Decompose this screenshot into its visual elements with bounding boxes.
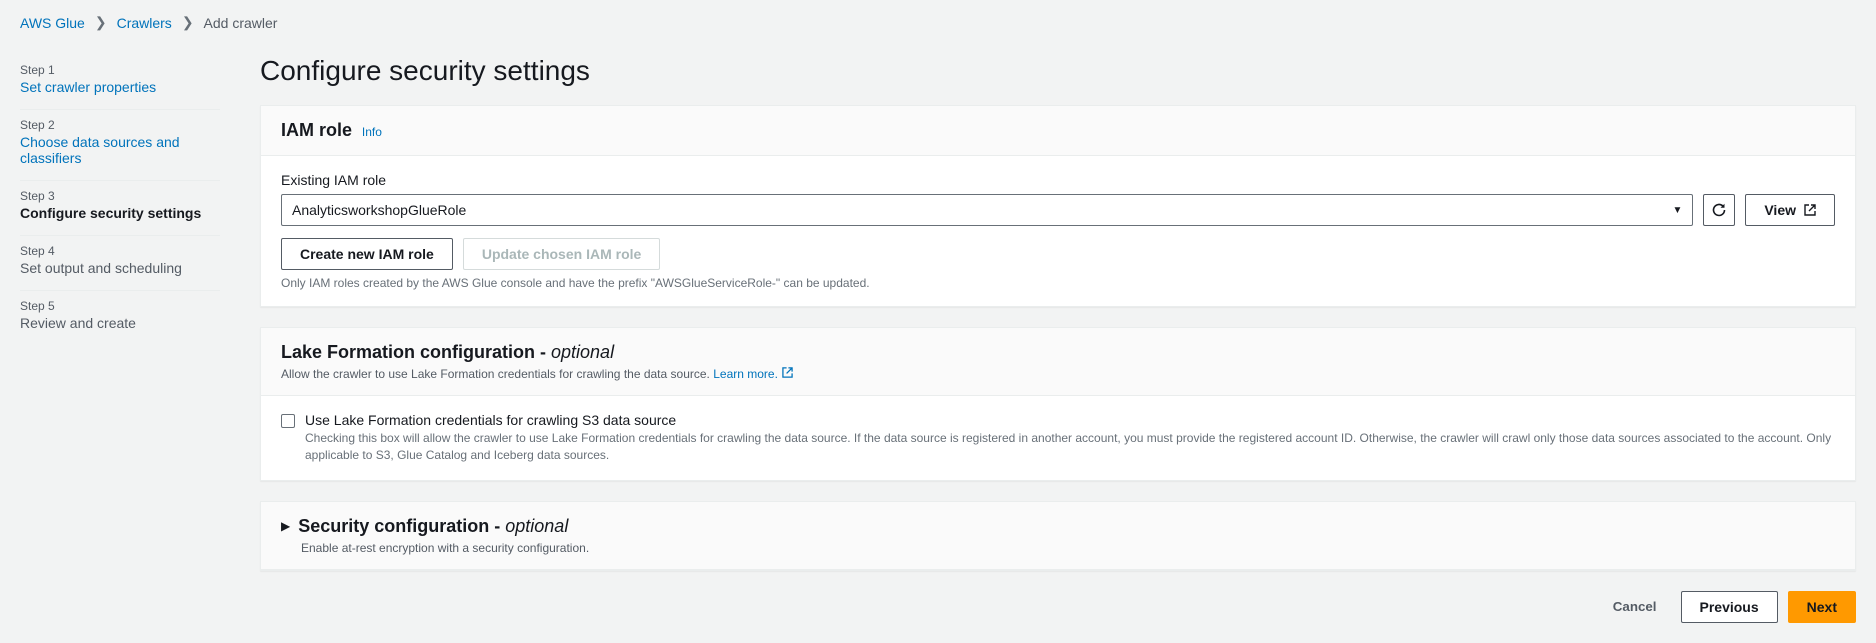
step-3-title: Configure security settings — [20, 205, 220, 221]
caret-down-icon: ▼ — [1672, 205, 1682, 216]
create-iam-role-button[interactable]: Create new IAM role — [281, 238, 453, 270]
refresh-button[interactable] — [1703, 194, 1735, 226]
breadcrumb-link-crawlers[interactable]: Crawlers — [117, 15, 172, 31]
breadcrumb-link-glue[interactable]: AWS Glue — [20, 15, 85, 31]
update-iam-role-button: Update chosen IAM role — [463, 238, 660, 270]
wizard-footer: Cancel Previous Next — [260, 591, 1856, 623]
iam-role-panel: IAM role Info Existing IAM role Analytic… — [260, 105, 1856, 307]
existing-iam-role-label: Existing IAM role — [281, 172, 1835, 188]
iam-role-selected-value: AnalyticsworkshopGlueRole — [292, 202, 466, 218]
lake-formation-checkbox[interactable] — [281, 414, 295, 428]
step-2[interactable]: Step 2 Choose data sources and classifie… — [20, 110, 220, 181]
previous-button[interactable]: Previous — [1681, 591, 1778, 623]
next-button[interactable]: Next — [1788, 591, 1856, 623]
external-link-icon — [1804, 204, 1816, 216]
info-link[interactable]: Info — [362, 125, 382, 139]
triangle-right-icon: ▶ — [281, 519, 290, 533]
step-2-title[interactable]: Choose data sources and classifiers — [20, 134, 220, 166]
page-title: Configure security settings — [260, 55, 1856, 87]
chevron-right-icon: ❯ — [95, 14, 107, 31]
step-5: Step 5 Review and create — [20, 291, 220, 345]
step-5-title: Review and create — [20, 315, 220, 331]
iam-panel-title: IAM role — [281, 120, 352, 140]
wizard-steps: Step 1 Set crawler properties Step 2 Cho… — [20, 37, 220, 623]
refresh-icon — [1711, 202, 1727, 218]
security-panel-desc: Enable at-rest encryption with a securit… — [301, 541, 1835, 555]
breadcrumb-current: Add crawler — [204, 15, 278, 31]
lake-panel-title: Lake Formation configuration - optional — [281, 342, 614, 362]
step-1[interactable]: Step 1 Set crawler properties — [20, 55, 220, 110]
step-4-title: Set output and scheduling — [20, 260, 220, 276]
learn-more-link[interactable]: Learn more. — [713, 367, 793, 381]
step-1-title[interactable]: Set crawler properties — [20, 79, 220, 95]
step-3: Step 3 Configure security settings — [20, 181, 220, 236]
chevron-right-icon: ❯ — [182, 14, 194, 31]
cancel-button[interactable]: Cancel — [1599, 591, 1671, 623]
lake-checkbox-label: Use Lake Formation credentials for crawl… — [305, 412, 1835, 428]
iam-role-select[interactable]: AnalyticsworkshopGlueRole ▼ — [281, 194, 1693, 226]
lake-formation-panel: Lake Formation configuration - optional … — [260, 327, 1856, 481]
view-button-label: View — [1764, 202, 1796, 218]
view-button[interactable]: View — [1745, 194, 1835, 226]
lake-panel-desc: Allow the crawler to use Lake Formation … — [281, 367, 1835, 381]
iam-hint: Only IAM roles created by the AWS Glue c… — [281, 276, 1835, 290]
security-config-expander[interactable]: ▶ Security configuration - optional — [281, 516, 1835, 537]
external-link-icon — [782, 367, 793, 378]
step-4: Step 4 Set output and scheduling — [20, 236, 220, 291]
breadcrumb: AWS Glue ❯ Crawlers ❯ Add crawler — [0, 0, 1876, 37]
security-panel-title: Security configuration - optional — [298, 516, 568, 537]
lake-checkbox-desc: Checking this box will allow the crawler… — [305, 430, 1835, 464]
security-config-panel: ▶ Security configuration - optional Enab… — [260, 501, 1856, 571]
